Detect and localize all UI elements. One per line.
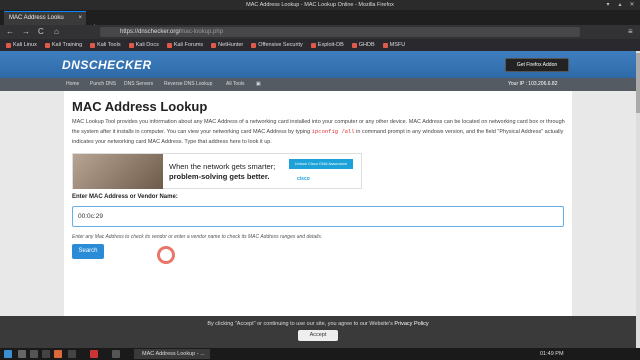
- cookie-banner: By clicking "Accept" or continuing to us…: [0, 316, 636, 348]
- firefox-icon[interactable]: [54, 350, 62, 358]
- start-menu-icon[interactable]: [4, 350, 12, 358]
- hamburger-menu-icon[interactable]: ≡: [628, 25, 633, 39]
- file-manager-icon[interactable]: [30, 350, 38, 358]
- cisco-logo: cisco: [297, 176, 310, 182]
- taskbar-window-button[interactable]: MAC Address Lookup - ...: [134, 349, 210, 359]
- menu-reverse-dns[interactable]: Reverse DNS Lookup: [164, 78, 212, 91]
- bookmarks-toolbar: Kali Linux Kali Training Kali Tools Kali…: [0, 39, 640, 51]
- back-icon[interactable]: ←: [6, 25, 14, 39]
- page-scrollbar[interactable]: [636, 51, 640, 348]
- window-title-bar: MAC Address Lookup - MAC Lookup Online -…: [0, 0, 640, 10]
- forward-icon[interactable]: →: [22, 25, 30, 39]
- input-hint: Enter any Mac Address to check its vendo…: [72, 234, 323, 240]
- menu-all-tools[interactable]: All Tools: [226, 78, 245, 91]
- window-title: MAC Address Lookup - MAC Lookup Online -…: [246, 2, 394, 8]
- menu-home[interactable]: Home: [66, 78, 79, 91]
- tab-close-icon[interactable]: ×: [78, 12, 82, 25]
- workspace-1-icon[interactable]: [68, 350, 76, 358]
- mac-address-input[interactable]: 00:0c:29: [72, 206, 564, 227]
- scrollbar-thumb[interactable]: [636, 53, 640, 113]
- window-controls: ▾ ▴ ✕: [604, 1, 636, 9]
- page-description: MAC Lookup Tool provides you information…: [72, 119, 565, 145]
- taskbar: MAC Address Lookup - ... 01:49 PM: [0, 348, 640, 360]
- bookmark-offensive-security[interactable]: Offensive Security: [251, 42, 303, 48]
- site-logo[interactable]: DNSCHECKER: [62, 58, 152, 72]
- terminal-icon[interactable]: [42, 350, 50, 358]
- taskbar-app-icon[interactable]: [18, 350, 26, 358]
- privacy-policy-link[interactable]: Privacy Policy: [394, 321, 428, 327]
- get-firefox-addon-button[interactable]: Get Firefox Addon: [505, 58, 569, 72]
- input-label: Enter MAC Address or Vendor Name:: [72, 194, 178, 200]
- click-indicator: [157, 246, 175, 264]
- menu-dns-servers[interactable]: DNS Servers: [124, 78, 153, 91]
- main-content: MAC Address Lookup MAC Lookup Tool provi…: [64, 91, 572, 321]
- site-menu: Home Punch DNS DNS Servers Reverse DNS L…: [0, 78, 636, 91]
- url-domain: https://dnschecker.org/: [120, 29, 181, 35]
- bookmark-ghdb[interactable]: GHDB: [351, 42, 375, 48]
- menu-punch-dns[interactable]: Punch DNS: [90, 78, 116, 91]
- page-title: MAC Address Lookup: [72, 99, 208, 114]
- ad-cta-button[interactable]: Unlock Cisco DNA Assurance: [289, 159, 353, 169]
- tab-bar: MAC Address Looku × +: [0, 10, 640, 32]
- ad-image: [73, 154, 163, 189]
- ip-address: Your IP : 103.206.6.82: [508, 81, 558, 87]
- clock: 01:49 PM: [540, 351, 564, 357]
- accept-cookies-button[interactable]: Accept: [298, 330, 338, 341]
- navigation-bar: ← → C ⌂ https://dnschecker.org/mac-looku…: [0, 25, 640, 39]
- command-text: ipconfig /all: [311, 128, 355, 135]
- ad-text: When the network gets smarter; problem-s…: [169, 162, 276, 181]
- bookmark-nethunter[interactable]: NetHunter: [211, 42, 243, 48]
- tab-label: MAC Address Looku: [9, 15, 64, 21]
- url-path: mac-lookup.php: [180, 29, 224, 35]
- bookmark-exploit-db[interactable]: Exploit-DB: [310, 42, 344, 48]
- advertisement-banner[interactable]: When the network gets smarter; problem-s…: [72, 153, 362, 189]
- search-button[interactable]: Search: [72, 244, 104, 259]
- minimize-icon[interactable]: ▾: [604, 1, 612, 9]
- cookie-text: By clicking "Accept" or continuing to us…: [207, 321, 429, 327]
- bookmark-kali-linux[interactable]: Kali Linux: [6, 42, 37, 48]
- url-bar[interactable]: https://dnschecker.org/mac-lookup.php: [100, 27, 580, 37]
- bookmark-msfu[interactable]: MSFU: [382, 42, 405, 48]
- reload-icon[interactable]: C: [38, 25, 44, 39]
- browser-tab[interactable]: MAC Address Looku ×: [4, 11, 86, 25]
- close-window-icon[interactable]: ✕: [628, 1, 636, 9]
- workspace-2-icon[interactable]: [90, 350, 98, 358]
- bookmark-kali-tools[interactable]: Kali Tools: [90, 42, 121, 48]
- bookmark-kali-docs[interactable]: Kali Docs: [128, 42, 159, 48]
- bookmark-kali-forums[interactable]: Kali Forums: [166, 42, 203, 48]
- bookmark-kali-training[interactable]: Kali Training: [44, 42, 82, 48]
- home-icon[interactable]: ⌂: [54, 25, 59, 39]
- workspace-3-icon[interactable]: [112, 350, 120, 358]
- lock-icon[interactable]: ▣: [256, 78, 261, 91]
- maximize-icon[interactable]: ▴: [616, 1, 624, 9]
- site-header: DNSCHECKER Get Firefox Addon: [0, 51, 636, 78]
